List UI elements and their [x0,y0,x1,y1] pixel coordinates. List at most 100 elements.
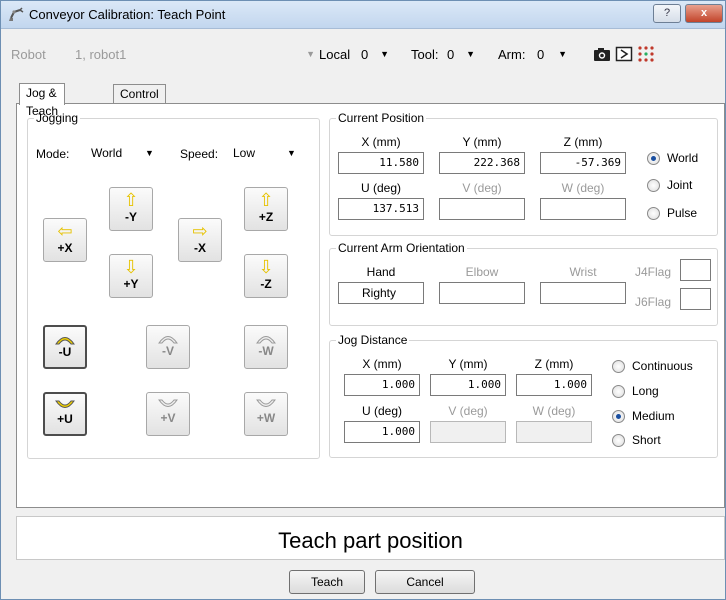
wrist-field[interactable] [540,282,626,304]
chevron-down-icon: ▼ [306,49,315,59]
pos-z-field[interactable]: -57.369 [540,152,626,174]
j4flag-label: J4Flag [635,265,672,279]
jog-plus-w-button[interactable]: +W [244,392,288,436]
jog-minus-u-button[interactable]: -U [43,325,87,369]
cancel-button[interactable]: Cancel [375,570,475,594]
frame-pulse-label: Pulse [667,206,698,220]
arm-orientation-group: Current Arm Orientation Hand Elbow Wrist… [329,241,718,326]
dist-z-field[interactable]: 1.000 [516,374,592,396]
chevron-down-icon: ▼ [466,49,475,59]
arrow-down-icon: ⇩ [258,257,274,277]
tab-control-panel[interactable]: Control Panel [113,84,166,119]
tab-jog-teach[interactable]: Jog & Teach [19,83,66,118]
jog-plus-v-button[interactable]: +V [146,392,190,436]
chevron-down-icon: ▼ [145,148,154,158]
rotate-ccw-icon [256,336,276,344]
rotate-cw-icon [55,400,75,408]
jog-plus-x-button[interactable]: ⇦ +X [43,218,87,262]
help-button[interactable]: ? [653,4,681,23]
run-window-icon[interactable] [615,45,633,63]
mode-long-radio[interactable] [612,385,625,398]
pos-v-label: V (deg) [462,181,502,195]
robot-select[interactable]: 1, robot1 ▼ [57,44,317,66]
j4flag-field[interactable] [680,259,711,281]
current-position-title: Current Position [336,111,427,125]
io-monitor-icon[interactable] [637,45,655,63]
pos-y-field[interactable]: 222.368 [439,152,525,174]
local-select[interactable]: 0 ▼ [357,44,391,66]
mode-select[interactable]: World ▼ [87,142,159,164]
jog-plus-z-label: +Z [258,210,274,224]
arrow-up-icon: ⇧ [123,190,139,210]
dist-u-field[interactable]: 1.000 [344,421,420,443]
pos-u-label: U (deg) [360,181,401,195]
arm-orientation-title: Current Arm Orientation [336,241,467,255]
dist-u-label: U (deg) [361,404,402,418]
frame-world-radio[interactable] [647,152,660,165]
jog-plus-v-label: +V [160,411,176,425]
mode-medium-radio[interactable] [612,410,625,423]
jog-minus-v-label: -V [162,344,174,358]
teach-button[interactable]: Teach [289,570,365,594]
hand-field[interactable]: Righty [338,282,424,304]
jog-plus-z-button[interactable]: ⇧ +Z [244,187,288,231]
local-label: Local [319,47,351,62]
dist-x-field[interactable]: 1.000 [344,374,420,396]
close-button[interactable]: x [685,4,723,23]
jog-plus-u-button[interactable]: +U [43,392,87,436]
mode-short-label: Short [632,433,661,447]
tool-select[interactable]: 0 ▼ [443,44,477,66]
jog-minus-w-button[interactable]: -W [244,325,288,369]
dist-y-label: Y (mm) [448,357,488,371]
arrow-down-icon: ⇩ [123,257,139,277]
window-title: Conveyor Calibration: Teach Point [29,7,226,22]
jog-minus-v-button[interactable]: -V [146,325,190,369]
dist-y-field[interactable]: 1.000 [430,374,506,396]
arrow-right-icon: ⇨ [192,221,208,241]
pos-u-field[interactable]: 137.513 [338,198,424,220]
pos-y-label: Y (mm) [462,135,502,149]
dist-w-field[interactable] [516,421,592,443]
chevron-down-icon: ▼ [287,148,296,158]
jog-minus-x-label: -X [194,241,206,255]
j6flag-field[interactable] [680,288,711,310]
jog-minus-y-button[interactable]: ⇧ -Y [109,187,153,231]
pos-v-field[interactable] [439,198,525,220]
arm-select-value: 0 [537,47,545,62]
tool-select-value: 0 [447,47,455,62]
chevron-down-icon: ▼ [558,49,567,59]
arm-select[interactable]: 0 ▼ [533,44,569,66]
mode-medium-label: Medium [632,409,675,423]
jog-distance-title: Jog Distance [336,333,410,347]
jog-minus-z-button[interactable]: ⇩ -Z [244,254,288,298]
pos-w-field[interactable] [540,198,626,220]
mode-short-radio[interactable] [612,434,625,447]
camera-icon[interactable] [593,45,611,63]
tool-label: Tool: [411,47,439,62]
arrow-left-icon: ⇦ [57,221,73,241]
jog-minus-u-label: -U [58,345,72,359]
status-message: Teach part position [16,516,725,560]
toolbar: Robot 1, robot1 ▼ Local 0 ▼ Tool: 0 ▼ Ar… [1,41,725,67]
rotate-ccw-icon [158,336,178,344]
frame-joint-radio[interactable] [647,179,660,192]
elbow-field[interactable] [439,282,525,304]
dialog-window: Conveyor Calibration: Teach Point ? x Ro… [0,0,726,600]
pos-x-field[interactable]: 11.580 [338,152,424,174]
dist-v-field[interactable] [430,421,506,443]
frame-pulse-radio[interactable] [647,207,660,220]
arrow-up-icon: ⇧ [258,190,274,210]
rotate-ccw-icon [55,337,75,345]
speed-select[interactable]: Low ▼ [229,142,301,164]
title-bar[interactable]: Conveyor Calibration: Teach Point ? x [1,1,725,29]
jog-minus-x-button[interactable]: ⇨ -X [178,218,222,262]
jog-plus-x-label: +X [57,241,73,255]
speed-select-value: Low [233,146,256,160]
jog-distance-group: Jog Distance X (mm) Y (mm) Z (mm) 1.000 … [329,333,718,458]
speed-label: Speed: [180,147,219,161]
chevron-down-icon: ▼ [380,49,389,59]
pos-w-label: W (deg) [561,181,605,195]
mode-continuous-radio[interactable] [612,360,625,373]
robot-label: Robot [11,47,46,62]
jog-plus-y-button[interactable]: ⇩ +Y [109,254,153,298]
